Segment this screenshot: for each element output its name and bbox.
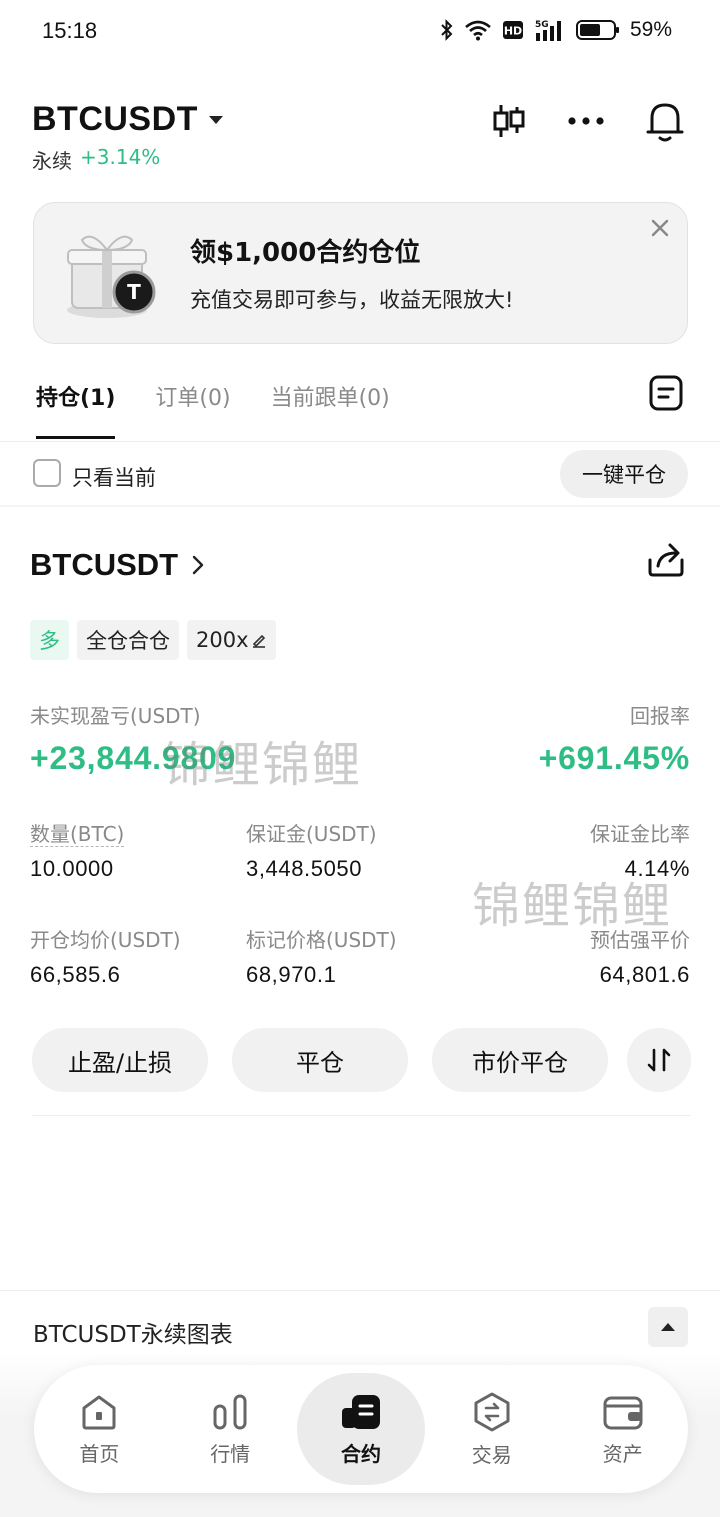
svg-text:T: T [127, 280, 141, 304]
futures-icon [341, 1394, 380, 1429]
5g-signal-icon: 5G [535, 20, 561, 41]
entry-price-value: 66,585.6 [30, 962, 121, 987]
close-all-button[interactable]: 一键平仓 [560, 450, 688, 498]
chart-expand-button[interactable] [648, 1307, 688, 1347]
margin-label: 保证金(USDT) [246, 822, 377, 846]
position-symbol: BTCUSDT [30, 547, 179, 582]
leverage-value: 200x [196, 628, 249, 652]
nav-trade-label: 交易 [471, 1442, 512, 1467]
status-time: 15:18 [42, 18, 98, 43]
pair-selector[interactable]: BTCUSDT [32, 100, 224, 139]
reverse-position-button[interactable] [627, 1028, 691, 1092]
position-tabs: 持仓(1) 订单(0) 当前跟单(0) [36, 380, 390, 439]
bottom-nav: 首页 行情 合约 交易 资产 [34, 1365, 688, 1493]
bell-icon[interactable] [646, 100, 684, 142]
hd-icon: HD [502, 21, 523, 39]
only-current-label[interactable]: 只看当前 [72, 462, 156, 492]
banner-title: 领$1,000合约仓位 [190, 238, 421, 268]
card-divider [32, 1115, 690, 1116]
bluetooth-icon [441, 19, 453, 41]
side-badge: 多 [30, 620, 69, 660]
header-actions [492, 100, 684, 142]
nav-markets-label: 行情 [210, 1441, 251, 1466]
mark-price-value: 68,970.1 [246, 962, 337, 987]
liq-price-label: 预估强平价 [590, 928, 690, 952]
status-icons: HD 5G 59% [440, 18, 672, 42]
gift-box-icon: T [67, 235, 156, 318]
leverage-badge[interactable]: 200x [187, 620, 276, 660]
tab-copy-trades[interactable]: 当前跟单(0) [271, 380, 390, 439]
banner-description: 充值交易即可参与，收益无限放大! [190, 288, 514, 312]
nav-markets[interactable]: 行情 [166, 1373, 294, 1485]
chevron-right-icon [192, 555, 204, 575]
margin-ratio-label: 保证金比率 [590, 822, 690, 846]
svg-text:5G: 5G [535, 20, 549, 30]
tab-orders[interactable]: 订单(0) [155, 380, 230, 439]
contract-type: 永续 [32, 149, 72, 173]
liq-price-value: 64,801.6 [599, 962, 690, 987]
edit-icon [252, 634, 265, 648]
qty-label: 数量(BTC) [30, 818, 125, 847]
chart-title[interactable]: BTCUSDT永续图表 [33, 1315, 233, 1349]
mark-price-label: 标记价格(USDT) [246, 928, 397, 952]
document-icon[interactable] [648, 374, 684, 414]
qty-value: 10.0000 [30, 856, 114, 881]
battery-percent: 59% [629, 18, 672, 41]
roe-value: +691.45% [538, 740, 690, 776]
tab-positions[interactable]: 持仓(1) [36, 380, 116, 439]
tpsl-button[interactable]: 止盈/止损 [32, 1028, 208, 1092]
position-actions: 止盈/止损 平仓 市价平仓 [32, 1028, 608, 1092]
nav-assets[interactable]: 资产 [559, 1373, 687, 1485]
position-symbol-link[interactable]: BTCUSDT [30, 547, 204, 583]
nav-futures[interactable]: 合约 [296, 1373, 425, 1485]
nav-home-label: 首页 [79, 1441, 120, 1466]
tab-divider [0, 441, 720, 442]
only-current-checkbox[interactable] [33, 459, 61, 487]
swap-arrows-icon [647, 1048, 671, 1072]
candlestick-icon[interactable] [492, 103, 526, 139]
roe-label: 回报率 [630, 704, 690, 728]
trade-icon [474, 1392, 510, 1431]
position-tags: 多 全仓合仓 200x [30, 620, 276, 660]
wallet-icon [603, 1396, 643, 1429]
close-position-button[interactable]: 平仓 [232, 1028, 408, 1092]
pair-symbol: BTCUSDT [32, 100, 198, 138]
nav-assets-label: 资产 [602, 1441, 643, 1466]
home-icon [82, 1395, 116, 1429]
market-close-button[interactable]: 市价平仓 [432, 1028, 608, 1092]
caret-down-icon [208, 115, 223, 124]
chart-divider [0, 1290, 720, 1291]
qty-label-text: 数量(BTC) [30, 822, 125, 847]
pair-subline: 永续 +3.14% [32, 145, 160, 174]
markets-icon [213, 1394, 247, 1429]
more-icon[interactable] [568, 116, 604, 126]
nav-futures-label: 合约 [340, 1441, 381, 1466]
entry-price-label: 开仓均价(USDT) [30, 928, 181, 952]
margin-value: 3,448.5050 [246, 856, 363, 881]
share-icon[interactable] [646, 540, 686, 578]
price-change: +3.14% [80, 145, 161, 169]
close-icon[interactable] [648, 216, 672, 240]
section-divider [0, 505, 720, 507]
battery-icon [575, 20, 619, 40]
wifi-icon [465, 20, 491, 41]
watermark: 锦鲤锦鲤 [162, 737, 363, 793]
margin-mode-badge: 全仓合仓 [77, 620, 179, 660]
svg-text:HD: HD [504, 25, 522, 38]
nav-trade[interactable]: 交易 [428, 1373, 556, 1485]
nav-home[interactable]: 首页 [35, 1373, 163, 1485]
caret-up-icon [661, 1323, 675, 1331]
